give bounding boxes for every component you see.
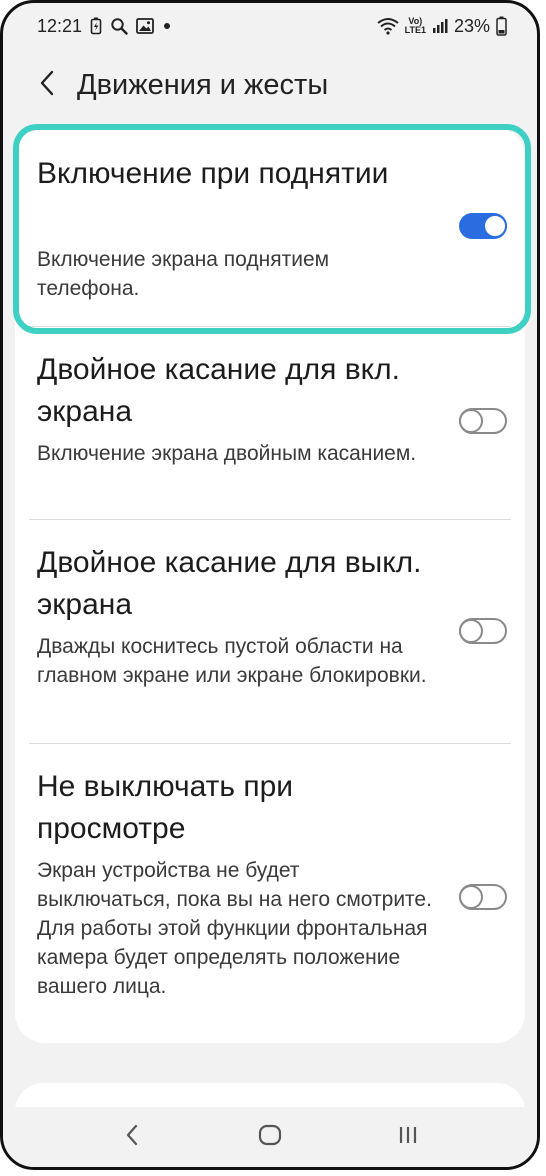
status-left: 12:21 [37, 16, 172, 37]
status-bar: 12:21 Vo) LTE1 23% [3, 3, 537, 49]
back-nav-icon [125, 1124, 139, 1151]
setting-double-tap-off[interactable]: Двойное касание для выкл. экрана Дважды … [15, 520, 525, 744]
toggle-knob [483, 214, 507, 238]
battery-icon [496, 16, 507, 36]
lte-label: LTE1 [404, 25, 426, 35]
setting-description: Включение экрана двойным касанием. [37, 442, 417, 465]
setting-title: Двойное касание для вкл. экрана [37, 353, 400, 428]
setting-description: Дважды коснитесь пустой области на главн… [37, 635, 427, 687]
double-tap-off-toggle[interactable] [459, 618, 507, 644]
status-time: 12:21 [37, 15, 83, 36]
home-nav-icon [258, 1124, 282, 1151]
app-header: Движения и жесты [3, 57, 537, 113]
setting-title: Включение при поднятии [37, 157, 389, 190]
setting-keep-screen-on[interactable]: Не выключать при просмотре Экран устройс… [15, 744, 525, 1043]
chevron-left-icon [38, 70, 56, 101]
toggle-knob [459, 409, 483, 433]
raise-to-wake-toggle[interactable] [459, 213, 507, 239]
navigation-bar [3, 1107, 537, 1167]
keep-screen-on-toggle[interactable] [459, 884, 507, 910]
status-right: Vo) LTE1 23% [377, 16, 507, 37]
toggle-knob [459, 885, 483, 909]
phone-frame: 12:21 Vo) LTE1 23% Движения и жесты Вклю… [0, 0, 540, 1170]
toggle-knob [459, 619, 483, 643]
setting-double-tap-on[interactable]: Двойное касание для вкл. экрана Включени… [15, 327, 525, 521]
nav-home-button[interactable] [240, 1115, 300, 1159]
nav-back-button[interactable] [102, 1115, 162, 1159]
recents-nav-icon [397, 1125, 419, 1150]
gallery-icon [136, 18, 154, 34]
charging-battery-icon [90, 17, 102, 35]
volte-indicator: Vo) LTE1 [405, 17, 426, 35]
battery-percent: 23% [453, 15, 490, 36]
wifi-icon [377, 17, 399, 35]
setting-raise-to-wake[interactable]: Включение при поднятии Включение экрана … [15, 127, 525, 327]
setting-title: Не выключать при просмотре [37, 770, 294, 845]
setting-description: Экран устройства не будет выключаться, п… [37, 859, 432, 998]
nav-recents-button[interactable] [378, 1115, 438, 1159]
double-tap-on-toggle[interactable] [459, 408, 507, 434]
setting-title: Двойное касание для выкл. экрана [37, 546, 422, 621]
page-title: Движения и жесты [77, 68, 329, 101]
notification-dot-icon [162, 21, 172, 31]
settings-card: Включение при поднятии Включение экрана … [15, 127, 525, 1043]
signal-icon [432, 18, 448, 34]
back-button[interactable] [27, 65, 67, 105]
setting-description: Включение экрана поднятием телефона. [37, 248, 330, 300]
search-icon [110, 17, 128, 35]
